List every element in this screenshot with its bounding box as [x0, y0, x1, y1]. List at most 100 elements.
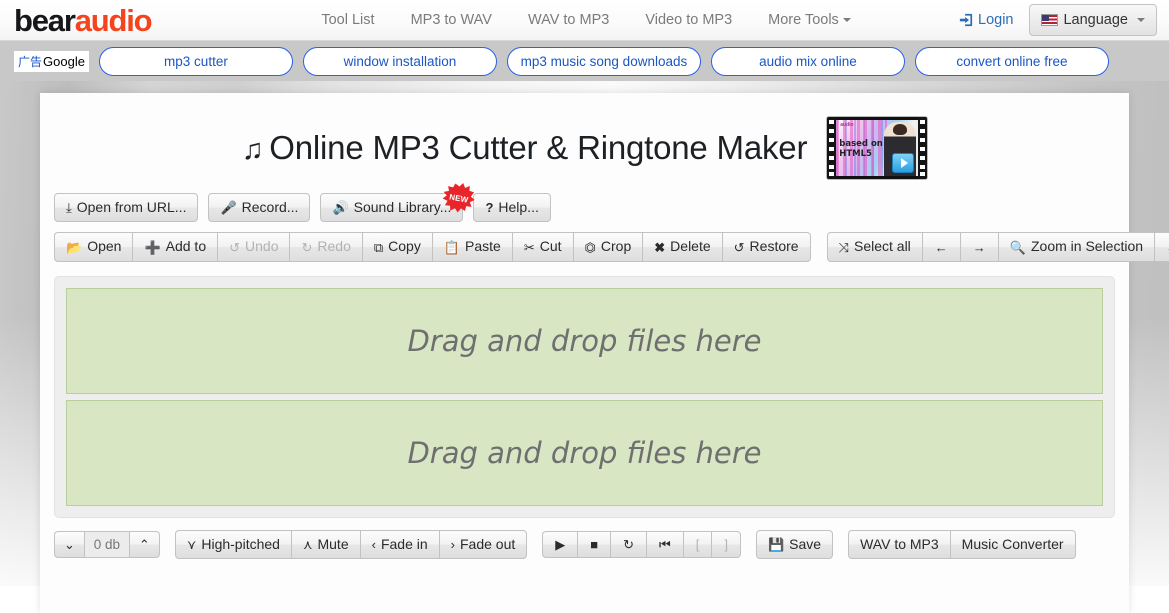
copy-button[interactable]: ⧉Copy [362, 232, 432, 261]
nav-label: MP3 to WAV [411, 12, 492, 28]
open-from-url-button[interactable]: ⤓ Open from URL... [54, 193, 198, 222]
ad-pill-2[interactable]: window installation [303, 47, 497, 76]
move-right-button[interactable]: → [960, 232, 998, 261]
ad-pill-4[interactable]: audio mix online [711, 47, 905, 76]
button-label: Fade out [460, 537, 515, 552]
speaker-icon: 🔊 [332, 201, 348, 214]
ad-label-cn: 广告 [18, 53, 42, 70]
restore-button[interactable]: ↺Restore [722, 232, 811, 261]
set-selection-end-button[interactable]: ] [711, 531, 741, 558]
magnifier-icon: 🔍 [1010, 241, 1026, 254]
high-pitched-button[interactable]: ⋎High-pitched [175, 530, 291, 559]
google-ads-label: 广告Google [14, 51, 89, 72]
bracket-right-icon: ] [724, 538, 728, 551]
fade-in-button[interactable]: ‹ Fade in [360, 530, 439, 559]
select-all-button[interactable]: ⤨Select all [827, 232, 922, 261]
nav-item-mp3-to-wav[interactable]: MP3 to WAV [393, 12, 510, 28]
us-flag-icon [1041, 14, 1058, 26]
video-caption-line1: based on [839, 139, 883, 149]
button-label: Save [789, 537, 821, 552]
move-left-button[interactable]: ← [922, 232, 960, 261]
sound-library-button[interactable]: 🔊 Sound Library... [320, 193, 463, 222]
dropzone-label: Drag and drop files here [407, 324, 761, 358]
loop-icon: ↻ [623, 538, 634, 551]
play-button[interactable]: ▶ [542, 531, 577, 558]
save-button[interactable]: 💾Save [756, 530, 833, 559]
nav-item-tool-list[interactable]: Tool List [303, 12, 392, 28]
login-link[interactable]: Login [959, 12, 1013, 28]
button-label: Record... [242, 200, 299, 215]
button-label: Undo [245, 239, 278, 254]
film-sprocket-left [827, 117, 836, 179]
fade-out-button[interactable]: ›Fade out [439, 530, 528, 559]
volume-value[interactable]: 0 db [84, 531, 130, 558]
folder-open-icon: 📂 [66, 241, 82, 254]
stop-icon: ■ [590, 538, 598, 551]
logo-text-audio: audio [75, 3, 152, 38]
crop-icon: ⏣ [585, 241, 596, 254]
sign-in-icon [959, 13, 973, 27]
undo-button[interactable]: ↺Undo [217, 232, 289, 261]
stop-button[interactable]: ■ [577, 531, 610, 558]
intro-video-thumbnail[interactable]: audio based on HTML5 [827, 117, 927, 179]
mute-button[interactable]: ⋏Mute [291, 530, 360, 559]
music-converter-button[interactable]: Music Converter [950, 530, 1076, 559]
loop-button[interactable]: ↻ [610, 531, 646, 558]
main-menu: Tool List MP3 to WAV WAV to MP3 Video to… [303, 12, 868, 28]
record-button[interactable]: 🎤 Record... [208, 193, 310, 222]
redo-arrow-icon: ↻ [301, 241, 312, 254]
set-selection-start-button[interactable]: [ [683, 531, 712, 558]
dropzone-track-2[interactable]: Drag and drop files here [66, 400, 1103, 506]
button-label: Sound Library... [354, 200, 452, 215]
show-all-button[interactable]: ↔Show all [1154, 232, 1169, 261]
language-label: Language [1063, 12, 1128, 28]
site-logo[interactable]: bearaudio [14, 5, 151, 36]
volume-down-button[interactable]: ⌄ [54, 531, 84, 558]
ad-pill-1[interactable]: mp3 cutter [99, 47, 293, 76]
nav-item-video-to-mp3[interactable]: Video to MP3 [627, 12, 750, 28]
logo-text-bear: bear [14, 3, 75, 38]
open-button[interactable]: 📂Open [54, 232, 132, 261]
button-label: WAV to MP3 [860, 537, 939, 552]
nav-label: WAV to MP3 [528, 12, 609, 28]
ad-pill-3[interactable]: mp3 music song downloads [507, 47, 701, 76]
crop-button[interactable]: ⏣Crop [573, 232, 643, 261]
skip-to-start-button[interactable]: ⏮ [646, 531, 683, 558]
content-card: ♫Online MP3 Cutter & Ringtone Maker audi… [40, 93, 1129, 613]
video-brand-label: audio [840, 122, 853, 128]
scissors-icon: ✂ [524, 241, 535, 254]
skip-backward-icon: ⏮ [659, 538, 671, 551]
button-label: High-pitched [201, 537, 280, 552]
advertisement-bar: 广告Google mp3 cutter window installation … [0, 41, 1169, 81]
redo-button[interactable]: ↻Redo [289, 232, 361, 261]
nav-item-more-tools[interactable]: More Tools [750, 12, 869, 28]
converter-links-group: WAV to MP3 Music Converter [848, 530, 1076, 559]
chevron-down-icon: ⌄ [64, 538, 75, 551]
zoom-in-selection-button[interactable]: 🔍Zoom in Selection [998, 232, 1154, 261]
button-label: Fade in [381, 537, 428, 552]
chevron-left-icon: ‹ [372, 538, 376, 551]
button-label: Restore [750, 239, 799, 254]
chevron-down-icon [1137, 18, 1145, 22]
plus-icon: ➕ [144, 241, 160, 254]
button-label: Add to [166, 239, 206, 254]
ad-pill-5[interactable]: convert online free [915, 47, 1109, 76]
bracket-left-icon: [ [696, 538, 700, 551]
add-to-button[interactable]: ➕ Add to [132, 232, 217, 261]
dropzone-track-1[interactable]: Drag and drop files here [66, 288, 1103, 394]
delete-button[interactable]: ✖Delete [642, 232, 721, 261]
cut-button[interactable]: ✂Cut [512, 232, 573, 261]
language-button[interactable]: Language [1029, 4, 1157, 36]
play-icon[interactable] [892, 153, 914, 173]
wav-to-mp3-button[interactable]: WAV to MP3 [848, 530, 950, 559]
help-button[interactable]: ? Help... [473, 193, 550, 222]
double-chevron-down-icon: ⋏ [303, 538, 313, 551]
nav-item-wav-to-mp3[interactable]: WAV to MP3 [510, 12, 627, 28]
cross-icon: ✖ [654, 241, 665, 254]
button-label: Paste [465, 239, 501, 254]
volume-up-button[interactable]: ⌃ [130, 531, 160, 558]
paste-button[interactable]: 📋Paste [432, 232, 512, 261]
effects-button-group: ⋎High-pitched ⋏Mute ‹ Fade in ›Fade out [175, 530, 527, 559]
nav-right-group: Login Language [959, 4, 1169, 36]
page-title-text: Online MP3 Cutter & Ringtone Maker [269, 129, 807, 166]
